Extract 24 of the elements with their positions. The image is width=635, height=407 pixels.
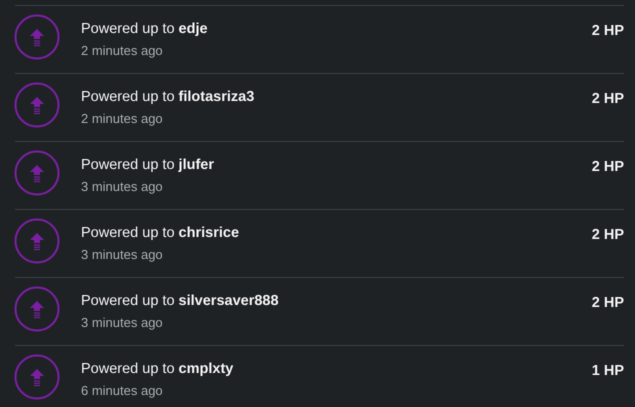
timestamp: 2 minutes ago [81,43,164,59]
upvote-icon [14,218,60,264]
upvote-icon [14,286,60,332]
amount: 2 HP [592,22,624,41]
timestamp: 3 minutes ago [81,247,164,263]
activity-title: Powered up to silversaver888 [81,292,280,310]
activity-title: Powered up to jlufer [81,156,215,174]
upvote-icon [14,82,60,128]
amount: 1 HP [592,362,624,381]
timestamp: 6 minutes ago [81,383,164,399]
activity-title: Powered up to filotasriza3 [81,88,256,106]
timestamp: 3 minutes ago [81,179,164,195]
upvote-icon [14,354,60,400]
amount: 2 HP [592,90,624,109]
upvote-icon [14,14,60,60]
timestamp: 3 minutes ago [81,315,164,331]
activity-title: Powered up to edje [81,20,209,38]
upvote-icon [14,150,60,196]
amount: 2 HP [592,226,624,245]
activity-title: Powered up to chrisrice [81,224,240,242]
amount: 2 HP [592,294,624,313]
timestamp: 2 minutes ago [81,111,164,127]
amount: 2 HP [592,158,624,177]
activity-title: Powered up to cmplxty [81,360,234,378]
